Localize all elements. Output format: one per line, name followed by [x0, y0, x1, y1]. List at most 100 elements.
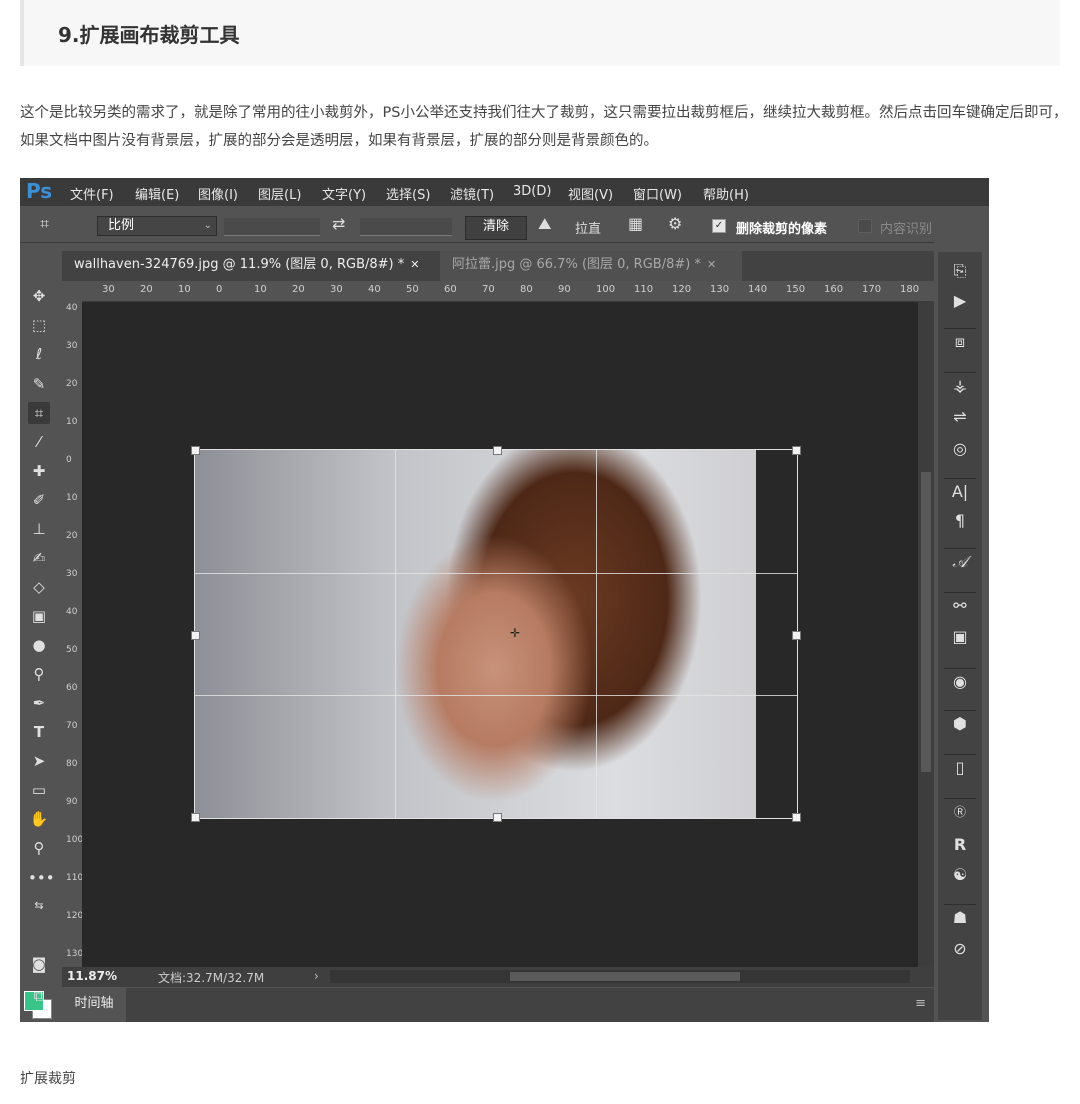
quick-select-tool-icon[interactable]: ✎	[28, 373, 50, 395]
status-menu-arrow-icon[interactable]: ›	[314, 969, 319, 983]
crop-grid-line	[595, 450, 597, 818]
menu-window[interactable]: 窗口(W)	[633, 184, 682, 203]
blur-tool-icon[interactable]: ●	[28, 634, 50, 656]
menu-select[interactable]: 选择(S)	[386, 184, 430, 203]
eraser-tool-icon[interactable]: ◇	[28, 576, 50, 598]
dodge-tool-icon[interactable]: ⚲	[28, 663, 50, 685]
history-brush-tool-icon[interactable]: ✍	[28, 547, 50, 569]
quick-mask-icon[interactable]: ◙	[28, 953, 50, 975]
crop-tool-preset-icon[interactable]: ⌗	[40, 214, 49, 234]
menu-3d[interactable]: 3D(D)	[513, 184, 551, 199]
ratio-select[interactable]: 比例 ⌄	[97, 216, 217, 236]
screen-mode-icon[interactable]: ⧉	[28, 985, 50, 1007]
tab-wallhaven[interactable]: wallhaven-324769.jpg @ 11.9% (图层 0, RGB/…	[62, 251, 444, 281]
healing-brush-tool-icon[interactable]: ✚	[28, 460, 50, 482]
crop-box[interactable]	[191, 446, 801, 822]
horizontal-scrollbar[interactable]	[330, 970, 910, 983]
character-panel-icon[interactable]: A|	[944, 478, 976, 505]
height-input[interactable]	[360, 218, 452, 236]
vertical-scrollbar[interactable]	[918, 302, 934, 967]
hand-tool-icon[interactable]: ✋	[28, 808, 50, 830]
gear-icon[interactable]: ⚙	[668, 214, 682, 233]
paragraph-panel-icon[interactable]: ¶	[944, 508, 976, 534]
libraries-icon[interactable]: ▣	[944, 624, 976, 650]
content-aware-checkbox[interactable]	[858, 219, 872, 233]
straighten-icon[interactable]: ⛰	[538, 214, 551, 234]
pen-tool-icon[interactable]: ✒	[28, 692, 50, 714]
scrollbar-thumb[interactable]	[921, 472, 931, 772]
ruler-label: 60	[444, 284, 457, 295]
menu-image[interactable]: 图像(I)	[198, 184, 238, 203]
ruler-label: 90	[66, 797, 78, 807]
scrollbar-thumb[interactable]	[510, 972, 740, 981]
grid-overlay-icon[interactable]: ▦	[628, 214, 643, 233]
eyedropper-tool-icon[interactable]: ⁄	[28, 431, 50, 453]
no-entry-icon[interactable]: ⊘	[944, 936, 976, 962]
straighten-label[interactable]: 拉直	[575, 218, 601, 237]
3d-panel-icon[interactable]: ⧈	[944, 328, 976, 355]
document-canvas[interactable]: ✛	[82, 302, 934, 967]
swap-colors-icon[interactable]: ⇆	[28, 895, 50, 917]
brush-presets-icon[interactable]: ⚶	[944, 372, 976, 399]
crop-handle-left[interactable]	[191, 631, 200, 640]
close-icon[interactable]: ✕	[707, 258, 716, 271]
menu-file[interactable]: 文件(F)	[70, 184, 114, 203]
shape-tool-icon[interactable]: ▭	[28, 779, 50, 801]
tab-timeline[interactable]: 时间轴	[62, 988, 126, 1022]
actions-play-icon[interactable]: ▶	[944, 288, 976, 314]
menu-view[interactable]: 视图(V)	[568, 184, 613, 203]
menu-type[interactable]: 文字(Y)	[322, 184, 366, 203]
lasso-tool-icon[interactable]: ℓ	[28, 343, 50, 365]
menu-edit[interactable]: 编辑(E)	[135, 184, 179, 203]
status-bar: 11.87% 文档:32.7M/32.7M ›	[62, 967, 934, 987]
article-heading-block: 9.扩展画布裁剪工具	[20, 0, 1060, 66]
width-input[interactable]	[224, 218, 320, 236]
crop-handle-top-left[interactable]	[191, 446, 200, 455]
path-select-tool-icon[interactable]: ➤	[28, 750, 50, 772]
article-paragraph: 这个是比较另类的需求了，就是除了常用的往小裁剪外，PS小公举还支持我们往大了裁剪…	[20, 105, 1068, 149]
stamp-tool-icon[interactable]: ⊥	[28, 518, 50, 540]
menu-layer[interactable]: 图层(L)	[258, 184, 301, 203]
ruler-label: 130	[710, 284, 730, 295]
crop-handle-right[interactable]	[792, 631, 801, 640]
panel-menu-icon[interactable]: ≡	[915, 996, 926, 1011]
close-icon[interactable]: ✕	[410, 258, 419, 271]
zoom-level[interactable]: 11.87%	[67, 969, 117, 983]
type-tool-icon[interactable]: T	[28, 721, 50, 743]
swatches-icon[interactable]: ◎	[944, 436, 976, 462]
plugin-icon[interactable]: ⚯	[944, 592, 976, 619]
glyphs-panel-icon[interactable]: 𝒜	[944, 548, 976, 575]
marquee-tool-icon[interactable]: ⬚	[28, 314, 50, 336]
zoom-tool-icon[interactable]: ⚲	[28, 837, 50, 859]
move-tool-icon[interactable]: ✥	[28, 285, 50, 307]
crop-tool-icon[interactable]: ⌗	[28, 402, 50, 424]
cube-icon[interactable]: ⬢	[944, 710, 976, 737]
ruler-label: 120	[66, 911, 82, 921]
crop-handle-top[interactable]	[493, 446, 502, 455]
timeline-panel: 时间轴 ≡	[62, 988, 934, 1022]
retouch-pro-icon[interactable]: R	[944, 832, 976, 858]
adjustments-icon[interactable]: ⇌	[944, 404, 976, 430]
history-panel-icon[interactable]: ⎘	[944, 258, 976, 284]
ruler-label: 0	[216, 284, 223, 295]
menu-filter[interactable]: 滤镜(T)	[450, 184, 494, 203]
crop-handle-top-right[interactable]	[792, 446, 801, 455]
device-preview-icon[interactable]: ▯	[944, 754, 976, 781]
menu-bar: Ps 文件(F) 编辑(E) 图像(I) 图层(L) 文字(Y) 选择(S) 滤…	[20, 178, 989, 206]
tab-alalei[interactable]: 阿拉蕾.jpg @ 66.7% (图层 0, RGB/8#) * ✕	[440, 251, 742, 281]
gradient-tool-icon[interactable]: ▣	[28, 605, 50, 627]
more-tools-icon[interactable]: •••	[28, 867, 55, 889]
delete-pixels-checkbox[interactable]: ✓	[712, 219, 726, 233]
swap-arrows-icon[interactable]: ⇄	[332, 214, 345, 233]
crop-handle-bottom[interactable]	[493, 813, 502, 822]
brush-tool-icon[interactable]: ✐	[28, 489, 50, 511]
sync-icon[interactable]: ◉	[944, 668, 976, 695]
yin-yang-icon[interactable]: ☯	[944, 862, 976, 888]
menu-help[interactable]: 帮助(H)	[703, 184, 749, 203]
crop-handle-bottom-right[interactable]	[792, 813, 801, 822]
ra-plugin-icon[interactable]: Ⓡ	[944, 798, 976, 825]
clear-button[interactable]: 清除	[465, 216, 527, 240]
crop-handle-bottom-left[interactable]	[191, 813, 200, 822]
portrait-plugin-icon[interactable]: ☗	[944, 904, 976, 931]
delete-pixels-label: 删除裁剪的像素	[736, 222, 828, 237]
